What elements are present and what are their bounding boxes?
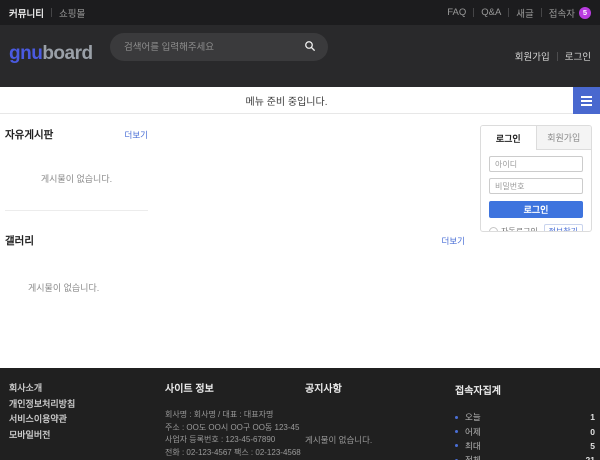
free-board-empty-message: 게시물이 없습니다. [5, 172, 148, 185]
logo-text-board: board [42, 43, 92, 64]
stat-label: 오늘 [465, 411, 590, 423]
topbar-link-community[interactable]: 커뮤니티 [9, 6, 44, 20]
divider [51, 8, 52, 17]
login-box-tabs: 로그인 회원가입 [481, 126, 591, 150]
bullet-icon [455, 416, 458, 419]
footer-link-privacy[interactable]: 개인정보처리방침 [9, 397, 75, 413]
footer-notice-column: 공지사항 게시물이 없습니다. [305, 380, 435, 395]
footer-link-mobile[interactable]: 모바일버전 [9, 428, 75, 444]
visitor-stats-list: 오늘 1 어제 0 최대 5 전체 21 [455, 410, 595, 460]
stat-label: 전체 [465, 454, 586, 460]
stat-row-max: 최대 5 [455, 439, 595, 453]
stat-value: 21 [586, 455, 595, 460]
notice-title: 공지사항 [305, 380, 435, 395]
login-form: 로그인 자동로그인 정보찾기 [481, 150, 591, 232]
divider [473, 8, 474, 17]
divider [541, 8, 542, 17]
logo-text-gnu: gnu [9, 43, 42, 64]
footer: 회사소개 개인정보처리방침 서비스이용약관 모바일버전 사이트 정보 회사명 :… [0, 368, 600, 460]
tab-login[interactable]: 로그인 [481, 126, 536, 150]
footer-links-column: 회사소개 개인정보처리방침 서비스이용약관 모바일버전 [9, 381, 75, 443]
footer-site-info-column: 사이트 정보 회사명 : 회사명 / 대표 : 대표자명 주소 : OO도 OO… [165, 380, 301, 460]
gallery-title: 갤러리 [5, 233, 34, 248]
topbar-link-shop[interactable]: 쇼핑몰 [59, 6, 85, 20]
bullet-icon [455, 444, 458, 447]
gallery-empty-message: 게시물이 없습니다. [28, 281, 465, 294]
account-links: 회원가입 로그인 [515, 25, 591, 87]
stat-value: 0 [590, 427, 595, 437]
site-info-business-no: 사업자 등록번호 : 123-45-67890 [165, 434, 301, 447]
topbar-link-faq[interactable]: FAQ [447, 7, 466, 18]
site-info-company: 회사명 : 회사명 / 대표 : 대표자명 [165, 409, 301, 422]
free-board-title: 자유게시판 [5, 127, 53, 142]
find-info-link[interactable]: 정보찾기 [544, 224, 583, 232]
topbar-left-links: 커뮤니티 쇼핑몰 [9, 6, 85, 20]
divider [508, 8, 509, 17]
visitor-count-badge: 5 [579, 7, 591, 19]
footer-link-terms[interactable]: 서비스이용약관 [9, 412, 75, 428]
site-info-phone-fax: 전화 : 02-123-4567 팩스 : 02-123-4568 [165, 447, 301, 460]
menu-bar: 메뉴 준비 중입니다. [0, 87, 600, 114]
signup-link[interactable]: 회원가입 [515, 49, 550, 63]
site-info-lines: 회사명 : 회사명 / 대표 : 대표자명 주소 : OO도 OO시 OO구 O… [165, 409, 301, 460]
visitor-stats-title: 접속자집계 [455, 382, 595, 397]
auto-login-checkbox[interactable] [489, 227, 498, 232]
gallery-widget: 갤러리 더보기 게시물이 없습니다. [5, 226, 465, 294]
free-board-header: 자유게시판 더보기 [5, 114, 148, 142]
stat-value: 1 [590, 412, 595, 422]
bullet-icon [455, 430, 458, 433]
footer-link-company[interactable]: 회사소개 [9, 381, 75, 397]
main-header: gnuboard 회원가입 로그인 [0, 25, 600, 87]
topbar-link-new-posts[interactable]: 새글 [516, 6, 533, 20]
gnuboard-homepage: 커뮤니티 쇼핑몰 FAQ Q&A 새글 접속자 5 gnuboard [0, 0, 600, 460]
stat-row-today: 오늘 1 [455, 410, 595, 424]
tab-signup[interactable]: 회원가입 [536, 126, 592, 150]
auto-login-option[interactable]: 자동로그인 [489, 226, 538, 232]
stat-value: 5 [590, 441, 595, 451]
site-logo[interactable]: gnuboard [9, 43, 93, 65]
free-board-more-link[interactable]: 더보기 [125, 129, 148, 141]
hamburger-menu-button[interactable] [573, 87, 600, 114]
gallery-header: 갤러리 더보기 [5, 226, 465, 248]
login-link[interactable]: 로그인 [565, 49, 591, 63]
search-button[interactable] [304, 40, 316, 55]
search-input[interactable] [124, 42, 304, 53]
magnifier-icon [304, 40, 316, 55]
free-board-widget: 자유게시판 더보기 게시물이 없습니다. [5, 114, 148, 211]
user-id-field[interactable] [489, 156, 583, 172]
stat-label: 최대 [465, 440, 590, 452]
stat-label: 어제 [465, 426, 590, 438]
top-utility-bar: 커뮤니티 쇼핑몰 FAQ Q&A 새글 접속자 5 [0, 0, 600, 25]
search-box [110, 33, 328, 61]
login-options-row: 자동로그인 정보찾기 [489, 224, 583, 232]
topbar-link-qna[interactable]: Q&A [481, 7, 501, 18]
password-field[interactable] [489, 178, 583, 194]
notice-empty-message: 게시물이 없습니다. [305, 434, 372, 446]
auto-login-label: 자동로그인 [501, 226, 538, 232]
stat-row-total: 전체 21 [455, 453, 595, 460]
login-submit-button[interactable]: 로그인 [489, 201, 583, 218]
gallery-more-link[interactable]: 더보기 [442, 235, 465, 247]
footer-visitor-stats-column: 접속자집계 오늘 1 어제 0 최대 5 [455, 382, 595, 460]
stat-row-yesterday: 어제 0 [455, 424, 595, 438]
site-info-title: 사이트 정보 [165, 380, 301, 395]
login-box: 로그인 회원가입 로그인 자동로그인 정보찾기 [480, 125, 592, 232]
menu-preparing-message: 메뉴 준비 중입니다. [0, 87, 573, 113]
topbar-right-links: FAQ Q&A 새글 접속자 5 [447, 6, 591, 20]
site-info-address: 주소 : OO도 OO시 OO구 OO동 123-45 [165, 422, 301, 435]
divider [557, 52, 558, 61]
topbar-link-visitors[interactable]: 접속자 [549, 6, 575, 20]
